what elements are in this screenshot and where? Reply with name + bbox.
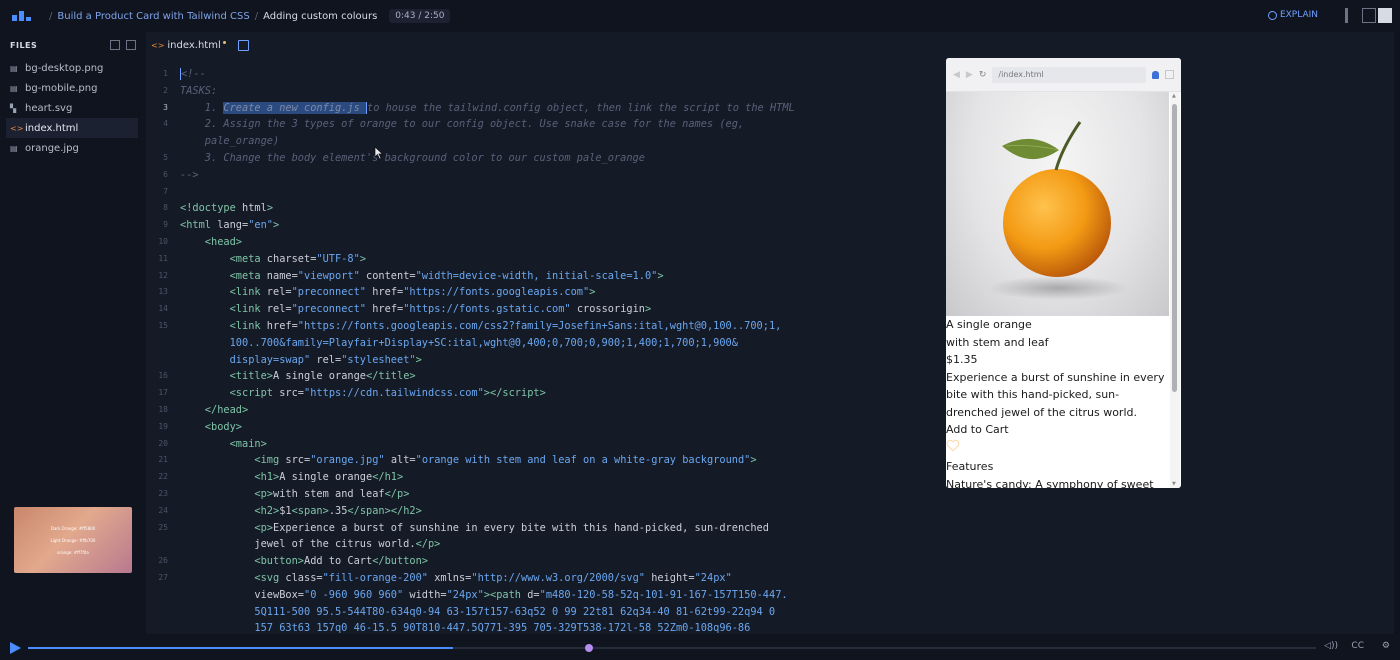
code-line: 9 <html lang="en"> (163, 219, 280, 232)
code-line: 15 <link href="https://fonts.googleapis.… (158, 319, 782, 332)
code-line: 23 <p>with stem and leaf</p> (158, 487, 410, 500)
product-description: Experience a burst of sunshine in every … (946, 370, 1165, 419)
code-line: display=swap" rel="stylesheet"> (180, 353, 422, 366)
add-to-cart-button[interactable]: Add to Cart (946, 421, 1169, 439)
code-line: 18 </head> (158, 403, 249, 416)
code-line: 20 <main> (158, 437, 267, 450)
code-line: 19 <body> (158, 420, 242, 433)
code-line: 7 (163, 186, 168, 196)
file-item-index-html[interactable]: <> index.html (6, 118, 138, 138)
scroll-down-icon[interactable]: ▼ (1172, 481, 1176, 487)
code-lines[interactable]: 1 <!-- 2 TASKS: 3 1. Create a new config.j… (146, 66, 1394, 637)
product-title: A single orange (946, 318, 1032, 331)
code-editor[interactable]: <> index.html 1 <!-- 2 TASKS: 3 1. Create … (146, 32, 1394, 634)
expand-icon[interactable] (1165, 70, 1174, 79)
features-heading: Features (946, 460, 994, 473)
explain-icon (1267, 10, 1277, 20)
instructor-thumbnail[interactable]: Dark Orange: #ff5800 Light Orange: #ffb7… (14, 507, 132, 573)
preview-content: A single orange with stem and leaf $1.35… (946, 92, 1169, 488)
file-item-bg-desktop[interactable]: ▤ bg-desktop.png (0, 58, 146, 78)
code-line: 10 <head> (158, 235, 242, 248)
new-file-tab-icon[interactable] (237, 39, 249, 51)
bell-icon[interactable] (1152, 70, 1159, 79)
code-line: 17 <script src="https://cdn.tailwindcss.… (158, 387, 546, 400)
heart-icon[interactable] (946, 439, 960, 453)
code-line: 14 <link rel="preconnect" href="https://… (158, 303, 652, 316)
code-line: 26 <button>Add to Cart</button> (158, 555, 428, 568)
new-folder-icon[interactable] (126, 40, 136, 50)
editor-tabbar: <> index.html (146, 32, 1394, 58)
breadcrumb-lesson: Adding custom colours (263, 10, 378, 22)
layout-toggle-preview[interactable] (1378, 8, 1392, 23)
unsaved-dot (222, 40, 226, 44)
code-line: 16 <title>A single orange</title> (158, 370, 416, 383)
code-line: 11 <meta charset="UTF-8"> (158, 252, 367, 265)
progress-knob[interactable] (585, 644, 594, 652)
preview-url-field[interactable]: /index.html (992, 66, 1146, 83)
time-badge: 0:43 / 2:50 (389, 9, 451, 23)
volume-icon[interactable]: ◁)) (1324, 641, 1338, 651)
files-header: FILES (0, 32, 146, 58)
code-line: 2 TASKS: (163, 84, 218, 97)
code-line: 3 1. Create a new config.js to house the… (163, 101, 795, 114)
code-line: 4 2. Assign the 3 types of orange to our… (163, 118, 745, 131)
progress-fill (28, 647, 454, 649)
code-line: 5 3. Change the body element's backgroun… (163, 151, 645, 164)
tab-index-html[interactable]: <> index.html (151, 40, 226, 51)
captions-icon[interactable]: CC (1351, 641, 1364, 651)
code-line: jewel of the citrus world.</p> (180, 538, 441, 551)
forward-arrow-icon[interactable]: ▶ (966, 70, 973, 80)
browser-preview[interactable]: ◀ ▶ ↻ /index.html A single orange with s… (946, 58, 1181, 488)
code-line: 13 <link rel="preconnect" href="https://… (158, 286, 596, 299)
player-bar: ◁)) CC ⚙ (0, 634, 1400, 660)
back-arrow-icon[interactable]: ◀ (953, 70, 960, 80)
scrollbar-thumb[interactable] (1172, 104, 1177, 392)
image-icon: ▤ (10, 143, 18, 153)
reload-icon[interactable]: ↻ (979, 70, 987, 80)
breadcrumb-course[interactable]: Build a Product Card with Tailwind CSS (57, 11, 249, 22)
code-icon: <> (151, 40, 165, 50)
image-icon: ▤ (10, 83, 18, 93)
layout-toggle-sidebar[interactable] (1345, 8, 1348, 23)
code-line: 27 <svg class="fill-orange-200" xmlns="h… (158, 571, 732, 584)
mouse-cursor-icon (374, 146, 384, 160)
play-icon[interactable] (10, 642, 21, 654)
file-item-bg-mobile[interactable]: ▤ bg-mobile.png (0, 78, 146, 98)
code-line: 22 <h1>A single orange</h1> (158, 471, 404, 484)
preview-toolbar: ◀ ▶ ↻ /index.html (946, 58, 1181, 92)
file-item-heart-svg[interactable]: ▚ heart.svg (0, 98, 146, 118)
code-line: 25 <p>Experience a burst of sunshine in … (158, 521, 769, 534)
explain-button[interactable]: EXPLAIN (1267, 10, 1318, 20)
new-file-icon[interactable] (110, 40, 120, 50)
product-price: $1.35 (946, 353, 978, 366)
code-line: 12 <meta name="viewport" content="width=… (158, 269, 664, 282)
preview-scrollbar[interactable]: ▲ ▼ (1170, 92, 1180, 488)
top-bar: / Build a Product Card with Tailwind CSS… (0, 0, 1400, 32)
code-line: 21 <img src="orange.jpg" alt="orange wit… (158, 454, 757, 467)
code-line: 5Q111-500 95.5-544T80-634q0-94 63-157t15… (180, 605, 776, 618)
code-line: viewBox="0 -960 960 960" width="24px"><p… (180, 588, 788, 601)
scroll-up-icon[interactable]: ▲ (1172, 93, 1176, 99)
code-line: 8 <!doctype html> (163, 202, 274, 215)
settings-gear-icon[interactable]: ⚙ (1382, 641, 1390, 651)
progress-track[interactable] (28, 644, 1316, 652)
code-line: 1 <!-- (163, 68, 206, 80)
features-text: Nature's candy: A symphony of sweet and (946, 477, 1154, 489)
app-logo-icon[interactable] (12, 11, 32, 21)
orange-image (946, 92, 1169, 316)
image-icon: ▤ (10, 63, 18, 73)
layout-toggle-split[interactable] (1362, 8, 1376, 23)
product-subtitle: with stem and leaf (946, 335, 1049, 349)
code-icon: <> (10, 123, 24, 133)
code-line: 100..700&family=Playfair+Display+SC:ital… (180, 336, 738, 349)
svg-icon: ▚ (10, 103, 17, 113)
file-item-orange-jpg[interactable]: ▤ orange.jpg (0, 138, 146, 158)
code-line: pale_orange) (180, 135, 280, 148)
code-line: 6 --> (163, 168, 199, 181)
code-line: 24 <h2>$1<span>.35</span></h2> (158, 504, 422, 517)
